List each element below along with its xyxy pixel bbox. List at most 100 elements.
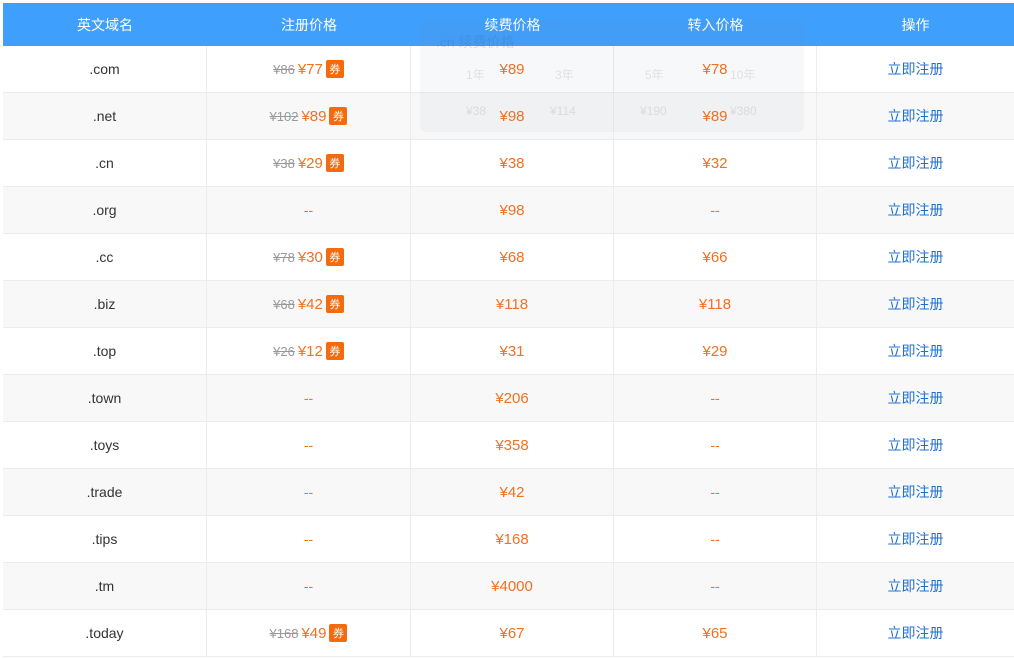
renew-price-cell[interactable]: ¥89 (411, 46, 614, 92)
register-price-cell: -- (207, 375, 411, 421)
register-now-link[interactable]: 立即注册 (888, 435, 944, 455)
domain-suffix: .com (3, 46, 207, 92)
coupon-badge[interactable]: 券 (325, 295, 344, 313)
domain-suffix: .today (3, 610, 207, 656)
register-price-cell: ¥86 ¥77 券 (207, 46, 411, 92)
renew-price: ¥31 (499, 342, 525, 360)
register-price-na: -- (303, 531, 314, 547)
register-now-link[interactable]: 立即注册 (888, 294, 944, 314)
register-price: ¥49 (301, 624, 327, 642)
renew-price: ¥4000 (491, 577, 533, 595)
renew-price: ¥42 (499, 483, 525, 501)
transfer-price-cell: -- (614, 187, 817, 233)
renew-price-cell[interactable]: ¥4000 (411, 563, 614, 609)
transfer-price-cell: ¥32 (614, 140, 817, 186)
transfer-price-cell: ¥29 (614, 328, 817, 374)
renew-price-cell[interactable]: ¥168 (411, 516, 614, 562)
renew-price: ¥98 (499, 107, 525, 125)
register-now-link[interactable]: 立即注册 (888, 388, 944, 408)
table-row: .com ¥86 ¥77 券 ¥89 ¥78 立即注册 (3, 46, 1014, 93)
transfer-price-cell: -- (614, 563, 817, 609)
register-price-na: -- (303, 578, 314, 594)
coupon-badge[interactable]: 券 (325, 342, 344, 360)
header-renew-price: 续费价格 (484, 16, 541, 33)
domain-suffix: .cn (3, 140, 207, 186)
header-transfer-price: 转入价格 (687, 16, 744, 33)
original-price: ¥38 (273, 155, 295, 171)
register-now-link[interactable]: 立即注册 (888, 341, 944, 361)
transfer-price-cell: -- (614, 375, 817, 421)
action-cell: 立即注册 (817, 281, 1014, 327)
transfer-price: ¥32 (702, 154, 728, 172)
register-now-link[interactable]: 立即注册 (888, 59, 944, 79)
renew-price-cell[interactable]: ¥38 (411, 140, 614, 186)
original-price: ¥26 (273, 343, 295, 359)
register-price: ¥77 (297, 60, 323, 78)
action-cell: 立即注册 (817, 563, 1014, 609)
table-row: .top ¥26 ¥12 券 ¥31 ¥29 立即注册 (3, 328, 1014, 375)
renew-price-cell[interactable]: ¥98 (411, 93, 614, 139)
action-cell: 立即注册 (817, 328, 1014, 374)
renew-price-cell[interactable]: ¥31 (411, 328, 614, 374)
action-cell: 立即注册 (817, 610, 1014, 656)
register-price-cell: ¥38 ¥29 券 (207, 140, 411, 186)
original-price: ¥102 (269, 108, 299, 124)
header-action: 操作 (901, 16, 930, 33)
header-register-price: 注册价格 (281, 16, 337, 33)
transfer-price: -- (710, 531, 720, 547)
table-body: .com ¥86 ¥77 券 ¥89 ¥78 立即注册 .net ¥102 ¥89 券 ¥98 ¥89 立… (3, 46, 1014, 657)
coupon-badge[interactable]: 券 (325, 60, 344, 78)
coupon-badge[interactable]: 券 (329, 624, 348, 642)
renew-price: ¥206 (495, 389, 529, 407)
register-price: ¥12 (297, 342, 323, 360)
renew-price-cell[interactable]: ¥206 (411, 375, 614, 421)
renew-price-cell[interactable]: ¥98 (411, 187, 614, 233)
coupon-badge[interactable]: 券 (329, 107, 348, 125)
action-cell: 立即注册 (817, 234, 1014, 280)
transfer-price-cell: ¥89 (614, 93, 817, 139)
transfer-price: ¥65 (702, 624, 728, 642)
renew-price: ¥168 (495, 530, 529, 548)
renew-price-cell[interactable]: ¥42 (411, 469, 614, 515)
register-price: ¥42 (297, 295, 323, 313)
transfer-price: -- (710, 578, 720, 594)
register-now-link[interactable]: 立即注册 (888, 247, 944, 267)
action-cell: 立即注册 (817, 375, 1014, 421)
renew-price-cell[interactable]: ¥118 (411, 281, 614, 327)
renew-price-cell[interactable]: ¥358 (411, 422, 614, 468)
register-price-na: -- (303, 202, 314, 218)
table-row: .today ¥168 ¥49 券 ¥67 ¥65 立即注册 (3, 610, 1014, 657)
transfer-price-cell: -- (614, 469, 817, 515)
register-now-link[interactable]: 立即注册 (888, 576, 944, 596)
transfer-price-cell: ¥78 (614, 46, 817, 92)
register-now-link[interactable]: 立即注册 (888, 482, 944, 502)
register-now-link[interactable]: 立即注册 (888, 200, 944, 220)
transfer-price: -- (710, 390, 720, 406)
original-price: ¥78 (273, 249, 295, 265)
renew-price-cell[interactable]: ¥68 (411, 234, 614, 280)
domain-suffix: .trade (3, 469, 207, 515)
transfer-price: ¥118 (698, 295, 732, 313)
domain-suffix: .biz (3, 281, 207, 327)
transfer-price-cell: ¥65 (614, 610, 817, 656)
register-price-cell: ¥26 ¥12 券 (207, 328, 411, 374)
domain-suffix: .net (3, 93, 207, 139)
register-price-cell: -- (207, 516, 411, 562)
coupon-badge[interactable]: 券 (325, 248, 344, 266)
original-price: ¥68 (273, 296, 295, 312)
register-now-link[interactable]: 立即注册 (888, 529, 944, 549)
renew-price: ¥68 (499, 248, 525, 266)
header-domain: 英文域名 (77, 16, 133, 33)
register-now-link[interactable]: 立即注册 (888, 623, 944, 643)
register-now-link[interactable]: 立即注册 (888, 153, 944, 173)
register-now-link[interactable]: 立即注册 (888, 106, 944, 126)
register-price-cell: -- (207, 469, 411, 515)
table-header: 英文域名 注册价格 续费价格 转入价格 操作 (3, 3, 1014, 46)
renew-price-cell[interactable]: ¥67 (411, 610, 614, 656)
coupon-badge[interactable]: 券 (325, 154, 344, 172)
action-cell: 立即注册 (817, 140, 1014, 186)
action-cell: 立即注册 (817, 516, 1014, 562)
action-cell: 立即注册 (817, 469, 1014, 515)
transfer-price-cell: ¥66 (614, 234, 817, 280)
original-price: ¥168 (269, 625, 299, 641)
